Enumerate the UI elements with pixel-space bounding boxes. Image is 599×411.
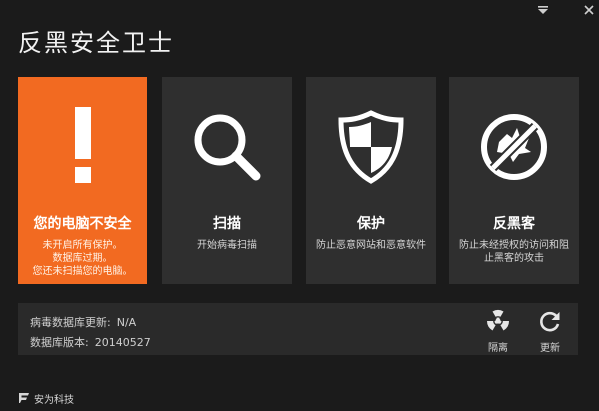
no-hacker-icon (449, 107, 579, 187)
update-label: 更新 (540, 343, 560, 354)
db-update-row: 病毒数据库更新: N/A (30, 314, 136, 330)
database-info-panel: 病毒数据库更新: N/A 数据库版本: 20140527 隔离 更新 (18, 303, 578, 355)
protect-tile[interactable]: 保护 防止恶意网站和恶意软件 (306, 77, 436, 284)
minimize-button[interactable] (535, 4, 551, 16)
minimize-icon (538, 6, 548, 14)
brand-footer: 安为科技 (18, 391, 74, 406)
exclamation-icon (18, 107, 147, 187)
protect-description: 防止恶意网站和恶意软件 (316, 240, 426, 251)
db-version-value: 20140527 (94, 336, 151, 349)
quarantine-button[interactable]: 隔离 (480, 309, 516, 354)
app-title: 反黑安全卫士 (18, 29, 174, 57)
db-version-row: 数据库版本: 20140527 (30, 334, 151, 350)
radiation-icon (487, 310, 509, 331)
anti-hacker-description: 防止未经授权的访问和阻止黑客的攻击 (459, 240, 569, 264)
scan-tile[interactable]: 扫描 开始病毒扫描 (162, 77, 292, 284)
scan-title: 扫描 (213, 216, 241, 232)
refresh-icon (540, 311, 560, 332)
brand-name: 安为科技 (34, 394, 74, 406)
status-title: 您的电脑不安全 (33, 216, 132, 232)
status-description: 未开启所有保护。 数据库过期。 您还未扫描您的电脑。 (32, 240, 133, 277)
protect-title: 保护 (357, 216, 385, 232)
update-button[interactable]: 更新 (532, 309, 568, 354)
anti-hacker-title: 反黑客 (493, 216, 535, 232)
close-button[interactable] (581, 4, 597, 16)
db-update-label: 病毒数据库更新: (30, 316, 111, 329)
db-version-label: 数据库版本: (30, 336, 89, 349)
quarantine-label: 隔离 (488, 343, 508, 354)
magnifier-icon (162, 107, 292, 187)
brand-logo-icon (19, 393, 29, 403)
anti-hacker-tile[interactable]: 反黑客 防止未经授权的访问和阻止黑客的攻击 (449, 77, 579, 284)
status-tile[interactable]: 您的电脑不安全 未开启所有保护。 数据库过期。 您还未扫描您的电脑。 (18, 77, 147, 284)
close-icon (584, 5, 594, 15)
shield-icon (306, 107, 436, 187)
db-update-value: N/A (116, 316, 137, 329)
scan-description: 开始病毒扫描 (197, 240, 257, 251)
